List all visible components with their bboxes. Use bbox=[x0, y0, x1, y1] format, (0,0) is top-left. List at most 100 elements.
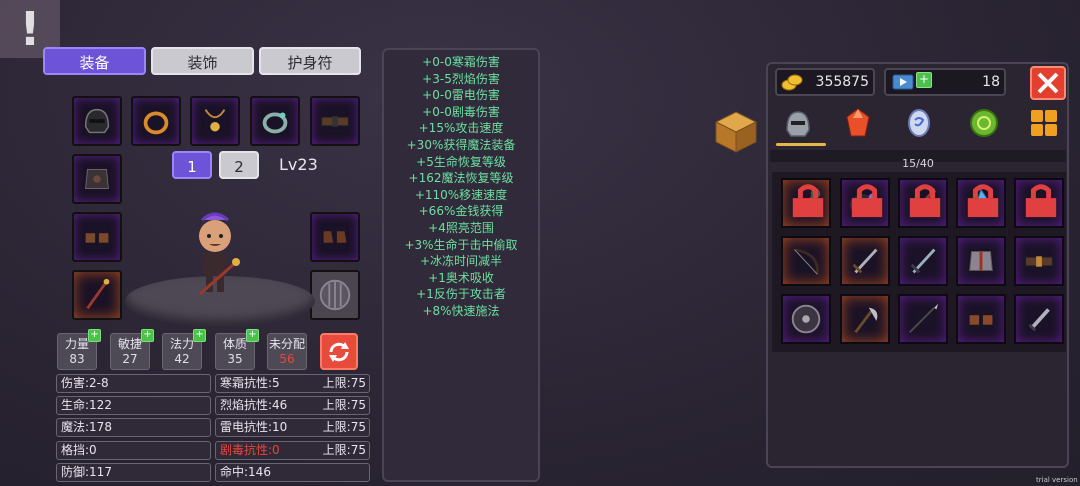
inventory-slot[interactable] bbox=[1014, 178, 1064, 228]
stat-frost-resist: 寒霜抗性:5 上限:75 bbox=[215, 374, 370, 393]
slot-shield[interactable] bbox=[310, 270, 360, 320]
slot-necklace[interactable] bbox=[190, 96, 240, 146]
inventory-slot[interactable] bbox=[956, 294, 1006, 344]
loadout-page-2-button[interactable]: 2 bbox=[219, 151, 259, 179]
gold-coins-icon bbox=[781, 74, 803, 91]
inventory-capacity: 15/40 bbox=[902, 157, 934, 170]
spear-icon bbox=[909, 303, 939, 333]
add-strength-button[interactable]: + bbox=[88, 329, 101, 342]
category-gem[interactable] bbox=[836, 104, 880, 142]
tab-decoration[interactable]: 装饰 bbox=[151, 47, 254, 75]
inventory-slot[interactable] bbox=[840, 178, 890, 228]
add-ticket-button[interactable]: + bbox=[916, 72, 932, 88]
attr-unassigned: 未分配 56 bbox=[267, 333, 307, 370]
category-misc[interactable] bbox=[1022, 104, 1066, 142]
gloves-icon bbox=[969, 315, 993, 325]
inventory-slot[interactable] bbox=[781, 236, 831, 286]
staff-icon bbox=[86, 278, 110, 310]
stat-defense: 防御:117 bbox=[56, 463, 211, 482]
inventory-slot[interactable] bbox=[898, 178, 948, 228]
belt-icon bbox=[1025, 256, 1053, 267]
lock-icon bbox=[851, 184, 883, 218]
bonus-item: +0-0剧毒伤害 bbox=[422, 104, 500, 119]
lock-icon bbox=[1025, 184, 1057, 218]
crate-icon[interactable] bbox=[712, 108, 760, 156]
level-label: Lv23 bbox=[279, 155, 318, 174]
close-button[interactable] bbox=[1030, 66, 1066, 100]
slot-weapon[interactable] bbox=[72, 270, 122, 320]
stat-block: 格挡:0 bbox=[56, 441, 211, 460]
bonus-item: +15%攻击速度 bbox=[418, 121, 504, 136]
stat-poison-resist: 剧毒抗性:0 上限:75 bbox=[215, 441, 370, 460]
trial-version-label: trial version bbox=[1036, 476, 1078, 484]
stat-fire-resist: 烈焰抗性:46 上限:75 bbox=[215, 396, 370, 415]
attr-mana: 法力 42 + bbox=[162, 329, 206, 370]
attr-strength-value: 83 bbox=[69, 352, 85, 366]
armor-icon bbox=[85, 169, 109, 189]
gold-ring-icon bbox=[143, 111, 169, 135]
frost-resist-label: 寒霜抗性:5 bbox=[220, 376, 280, 390]
category-helmet[interactable] bbox=[776, 104, 820, 142]
tab-equipment[interactable]: 装备 bbox=[43, 47, 146, 75]
sword-icon bbox=[910, 248, 936, 274]
slot-ring-1[interactable] bbox=[131, 96, 181, 146]
bonus-item: +3-5烈焰伤害 bbox=[422, 71, 500, 86]
accuracy-label: 命中:146 bbox=[220, 465, 271, 479]
inventory-slot[interactable] bbox=[1014, 294, 1064, 344]
bonus-item: +1奥术吸收 bbox=[428, 270, 494, 285]
dagger-icon bbox=[1028, 308, 1050, 332]
ticket-icon bbox=[892, 74, 914, 90]
refresh-icon bbox=[329, 341, 349, 362]
inventory-slot[interactable] bbox=[898, 236, 948, 286]
poison-resist-label: 剧毒抗性:0 bbox=[220, 443, 280, 457]
inventory-slot[interactable] bbox=[1014, 236, 1064, 286]
green-orb-icon bbox=[970, 109, 998, 137]
slot-belt[interactable] bbox=[310, 96, 360, 146]
tab-amulet[interactable]: 护身符 bbox=[259, 47, 361, 75]
slot-ring-2[interactable] bbox=[250, 96, 300, 146]
loadout-page-1-button[interactable]: 1 bbox=[172, 151, 212, 179]
inventory-slot[interactable] bbox=[781, 294, 831, 344]
round-shield-icon bbox=[791, 304, 821, 334]
bonus-item: +110%移速速度 bbox=[414, 187, 508, 202]
reset-attributes-button[interactable] bbox=[320, 333, 358, 370]
inventory-slot[interactable] bbox=[956, 178, 1006, 228]
slot-helmet[interactable] bbox=[72, 96, 122, 146]
lightning-resist-limit: 上限:75 bbox=[322, 420, 366, 434]
belt-icon bbox=[321, 116, 349, 127]
add-mana-button[interactable]: + bbox=[193, 329, 206, 342]
slot-armor[interactable] bbox=[72, 154, 122, 204]
red-gem-icon bbox=[846, 108, 870, 137]
fire-resist-limit: 上限:75 bbox=[322, 398, 366, 412]
bonus-item: +1反伤于攻击者 bbox=[416, 287, 506, 302]
inventory-slot[interactable] bbox=[898, 294, 948, 344]
bonus-item: +66%金钱获得 bbox=[418, 204, 504, 219]
rune-stone-icon bbox=[908, 109, 930, 137]
slot-boots[interactable] bbox=[310, 212, 360, 262]
add-agility-button[interactable]: + bbox=[141, 329, 154, 342]
grid-menu-icon bbox=[1031, 110, 1057, 136]
attr-agility: 敏捷 27 + bbox=[110, 329, 154, 370]
axe-icon bbox=[854, 307, 878, 334]
category-orb[interactable] bbox=[962, 104, 1006, 142]
attr-constitution-value: 35 bbox=[227, 352, 243, 366]
attr-unassigned-value: 56 bbox=[279, 352, 295, 366]
sword-icon bbox=[852, 248, 878, 274]
character-avatar bbox=[199, 212, 240, 296]
bonus-item: +3%生命于击中偷取 bbox=[404, 237, 518, 252]
category-selected-indicator bbox=[776, 143, 826, 146]
bonus-item: +8%快速施法 bbox=[422, 303, 500, 318]
armor-icon bbox=[969, 251, 993, 271]
inventory-slot[interactable] bbox=[840, 236, 890, 286]
inventory-slot[interactable] bbox=[956, 236, 1006, 286]
category-rune[interactable] bbox=[897, 104, 941, 142]
silver-ring-icon bbox=[262, 112, 288, 134]
bow-icon bbox=[794, 248, 819, 275]
inventory-slot[interactable] bbox=[840, 294, 890, 344]
slot-gloves[interactable] bbox=[72, 212, 122, 262]
add-constitution-button[interactable]: + bbox=[246, 329, 259, 342]
inventory-slot[interactable] bbox=[781, 178, 831, 228]
bonus-item: +30%获得魔法装备 bbox=[406, 137, 516, 152]
bonus-item: +4照亮范围 bbox=[428, 220, 494, 235]
stat-damage: 伤害:2-8 bbox=[56, 374, 211, 393]
